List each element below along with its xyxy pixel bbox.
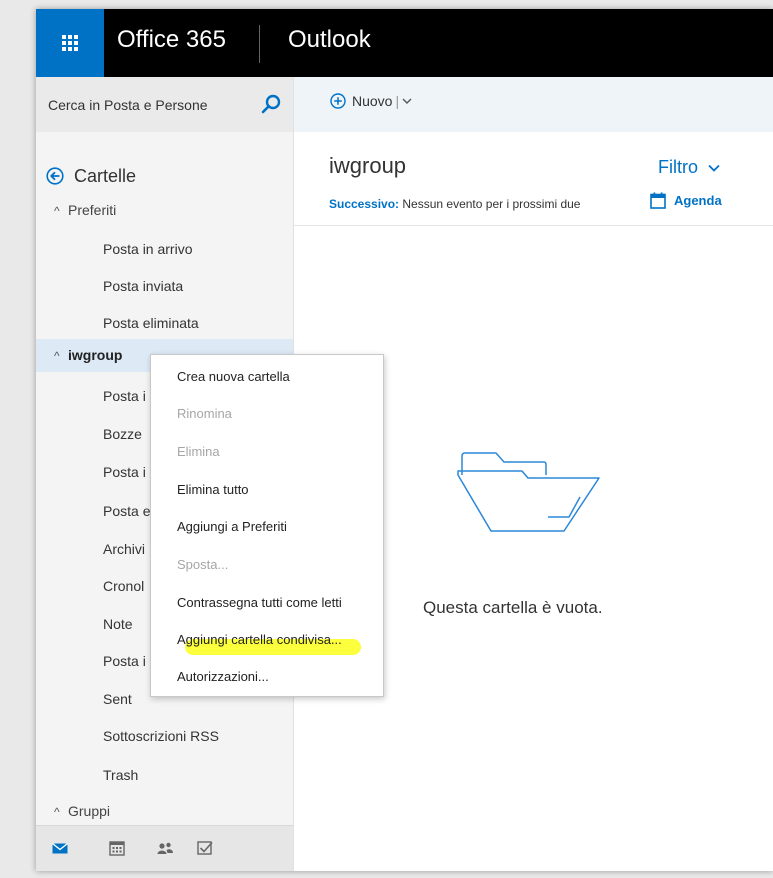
new-separator: |	[395, 93, 400, 109]
favorites-section[interactable]: ^ Preferiti	[54, 202, 116, 218]
folder-title: iwgroup	[329, 153, 407, 178]
collapse-caret-icon: ^	[54, 204, 60, 218]
next-event-line: Successivo: Nessun evento per i prossimi…	[329, 197, 633, 211]
calendar-icon[interactable]	[108, 840, 126, 856]
menu-item-delete: Elimina	[177, 444, 220, 459]
account-label: iwgroup	[68, 347, 123, 363]
agenda-link[interactable]: Agenda	[650, 192, 722, 209]
app-name[interactable]: Outlook	[288, 26, 371, 54]
groups-section[interactable]: ^ Gruppi	[54, 803, 110, 819]
empty-folder-message: Questa cartella è vuota.	[423, 598, 603, 617]
folder-item[interactable]: Posta eliminata	[36, 315, 293, 331]
collapse-caret-icon: ^	[54, 805, 60, 819]
menu-item-new-folder[interactable]: Crea nuova cartella	[177, 369, 290, 384]
collapse-caret-icon: ^	[54, 349, 60, 363]
top-bar: Office 365 Outlook	[36, 9, 773, 77]
menu-item-move: Sposta...	[177, 557, 229, 572]
mail-icon[interactable]	[51, 840, 69, 856]
context-menu: Crea nuova cartella Rinomina Elimina Eli…	[150, 354, 384, 697]
search-icon[interactable]	[260, 93, 282, 115]
tasks-icon[interactable]	[196, 840, 214, 856]
empty-folder-icon	[457, 452, 600, 532]
chevron-down-icon[interactable]	[402, 97, 412, 105]
brand-title[interactable]: Office 365	[117, 26, 226, 54]
next-event-key: Successivo:	[329, 197, 400, 211]
chevron-down-icon	[708, 164, 720, 172]
agenda-label: Agenda	[674, 193, 722, 208]
new-label: Nuovo	[352, 93, 393, 109]
folder-item[interactable]: Sottoscrizioni RSS	[36, 728, 293, 744]
folder-item[interactable]: Posta in arrivo	[36, 241, 293, 257]
folders-back-button[interactable]: Cartelle	[46, 164, 136, 188]
search-input[interactable]: Cerca in Posta e Persone	[48, 97, 208, 113]
command-bar: Nuovo |	[294, 77, 773, 132]
app-launcher-button[interactable]	[36, 9, 104, 77]
waffle-icon	[62, 35, 78, 51]
back-arrow-icon	[46, 167, 64, 185]
filter-label: Filtro	[658, 157, 698, 177]
folder-item[interactable]: Trash	[36, 767, 293, 783]
folders-title: Cartelle	[74, 165, 137, 186]
groups-label: Gruppi	[68, 803, 111, 819]
people-icon[interactable]	[156, 840, 174, 856]
search-box[interactable]: Cerca in Posta e Persone	[36, 77, 293, 132]
calendar-icon	[650, 192, 666, 209]
next-event-text: Nessun evento per i prossimi due	[402, 197, 581, 211]
new-message-button[interactable]: Nuovo |	[330, 93, 412, 109]
outlook-window: Office 365 Outlook Cerca in Posta e Pers…	[36, 9, 773, 871]
menu-item-mark-all-read[interactable]: Contrassegna tutti come letti	[177, 595, 342, 610]
folder-item[interactable]: Posta inviata	[36, 278, 293, 294]
plus-circle-icon	[330, 93, 346, 109]
divider	[294, 225, 773, 226]
favorites-label: Preferiti	[68, 202, 117, 218]
menu-item-add-shared-folder[interactable]: Aggiungi cartella condivisa...	[177, 632, 342, 647]
menu-item-delete-all[interactable]: Elimina tutto	[177, 482, 249, 497]
filter-button[interactable]: Filtro	[658, 157, 720, 178]
menu-item-permissions[interactable]: Autorizzazioni...	[177, 669, 269, 684]
menu-item-add-to-favorites[interactable]: Aggiungi a Preferiti	[177, 519, 287, 534]
menu-item-rename: Rinomina	[177, 406, 232, 421]
bottom-nav	[36, 825, 293, 871]
header-divider	[259, 25, 260, 63]
